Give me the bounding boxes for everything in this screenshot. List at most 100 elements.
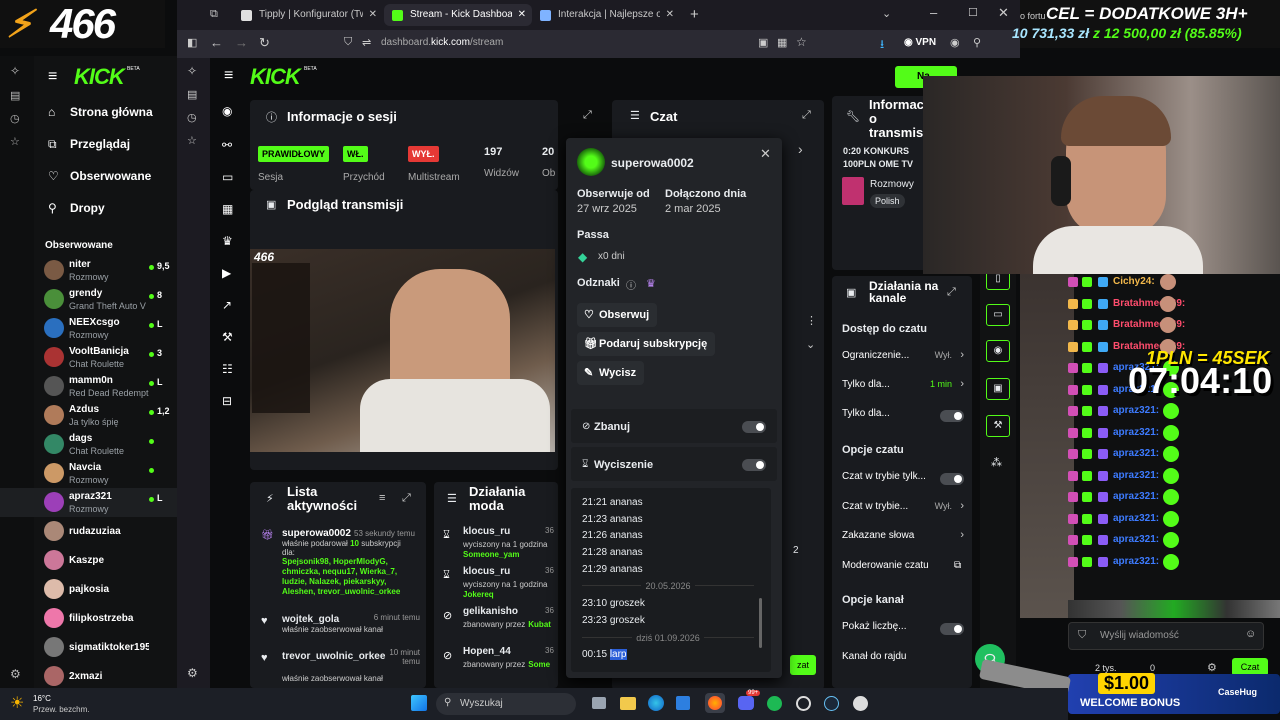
user-card-username[interactable]: superowa0002 (611, 156, 694, 170)
weather-icon[interactable]: ☀ (10, 693, 24, 713)
info-circle-icon[interactable]: ⓘ (626, 277, 636, 292)
new-tab-icon[interactable]: + (690, 6, 699, 23)
rail-star-icon[interactable]: ☆ (187, 134, 197, 147)
screenshot-icon[interactable]: ▣ (758, 36, 768, 49)
chat-username[interactable]: apraz321: (1113, 470, 1159, 481)
channel-setting-row[interactable]: Zakazane słowa › (842, 529, 966, 546)
extensions-icon[interactable]: ⚲ (973, 36, 981, 49)
followed-channel[interactable]: mamm0n Red Dead Redemptio... L (0, 372, 177, 401)
mute-button[interactable]: ✎ Wycisz (577, 361, 645, 385)
channel-expand-icon[interactable]: ⤢ (947, 286, 956, 299)
setting-toggle[interactable] (940, 473, 964, 485)
sidebar-item-browse[interactable]: ⧉ Przeglądaj (34, 128, 177, 160)
mod-action-user[interactable]: gelikanisho (463, 606, 535, 617)
menu-icon[interactable]: ≡ (48, 68, 57, 86)
setting-toggle[interactable] (940, 623, 964, 635)
follow-button[interactable]: ♡ Obserwuj (577, 303, 658, 327)
followed-channel[interactable]: NEEXcsgo Rozmowy L (0, 314, 177, 343)
followed-channel[interactable]: niter Rozmowy 9,5 (0, 256, 177, 285)
chat-expand-icon[interactable]: ⤢ (802, 109, 811, 122)
browser-tab[interactable]: Stream - Kick Dashboard ✕ (384, 4, 532, 26)
chat-username[interactable]: apraz321: (1113, 491, 1159, 502)
ban-toggle[interactable] (742, 421, 766, 433)
rail-settings-icon[interactable]: ⚙ (187, 666, 198, 680)
chat-next-icon[interactable]: › (798, 141, 803, 157)
chat-collapse-icon[interactable]: ⌄ (806, 338, 815, 351)
kick-logo[interactable]: KICK (74, 64, 125, 90)
start-icon[interactable] (411, 695, 427, 711)
store-icon[interactable] (676, 696, 690, 710)
followed-channel[interactable]: VooltBanicja Chat Roulette 3 (0, 343, 177, 372)
user-card-close-icon[interactable]: ✕ (760, 146, 771, 162)
followed-channel[interactable]: sigmatiktoker1959 (0, 633, 177, 662)
message-icon[interactable]: ▭ (986, 304, 1010, 326)
dash-kick-logo[interactable]: KICK (250, 64, 301, 90)
sidebar-item-drops[interactable]: ⚲ Dropy (34, 192, 177, 224)
channel-setting-row[interactable]: Kanał do rajdu (842, 651, 966, 667)
stream-preview-video[interactable] (250, 249, 555, 452)
steam-icon[interactable] (824, 696, 839, 711)
chat-more-icon[interactable]: ⋮ (806, 314, 817, 327)
tool-icon[interactable]: ⚒ (986, 415, 1010, 437)
chat-username[interactable]: apraz321: (1113, 556, 1159, 567)
inbox-nav-icon[interactable]: ⊟ (222, 394, 232, 408)
followed-channel[interactable]: Azdus Ja tylko śpię 1,2 (0, 401, 177, 430)
tab-close-icon[interactable]: ✕ (666, 4, 674, 26)
sidebar-icon[interactable]: ◧ (187, 36, 197, 49)
ai-sparkle-icon[interactable]: ✧ (187, 64, 197, 78)
followed-channel[interactable]: apraz321 Rozmowy L (0, 488, 177, 517)
channel-setting-row[interactable]: Tylko dla... (842, 408, 966, 424)
activity-item-gift[interactable]: superowa0002 53 sekundy temu właśnie pod… (282, 527, 422, 597)
save-icon[interactable]: ▣ (986, 378, 1010, 400)
channel-setting-row[interactable]: Tylko dla... 1 min › (842, 378, 966, 395)
bookmark-star-icon[interactable]: ☆ (796, 35, 807, 49)
download-icon[interactable]: ⭳ (880, 35, 884, 56)
browser-tab[interactable]: Interakcja | Najlepsze oprogram ✕ (532, 4, 680, 26)
channel-setting-row[interactable]: Czat w trybie tylk... (842, 471, 966, 487)
channel-setting-row[interactable]: Ograniczenie... Wył. › (842, 349, 966, 366)
followed-channel[interactable]: pajkosia (0, 575, 177, 604)
xbox-icon[interactable] (796, 696, 811, 711)
followed-channel[interactable]: filipkostrzeba (0, 604, 177, 633)
stream-nav-icon[interactable]: ◉ (222, 104, 232, 118)
edge-icon[interactable] (648, 695, 664, 711)
rail-history-icon[interactable]: ◷ (187, 111, 197, 124)
mod-action-user[interactable]: Hopen_44 (463, 646, 535, 657)
followed-channel[interactable]: rudazuziaa (0, 517, 177, 546)
record-icon[interactable]: ◉ (986, 340, 1010, 362)
activity-filter-icon[interactable]: ≡ (379, 492, 385, 504)
reader-icon[interactable]: ▦ (777, 36, 787, 49)
minimize-icon[interactable]: – (930, 5, 937, 20)
reload-icon[interactable]: ↻ (259, 35, 270, 51)
vpn-button[interactable]: ◉ VPN (904, 37, 936, 48)
chat-username[interactable]: apraz321: (1113, 513, 1159, 524)
weather-temp[interactable]: 16°C (33, 694, 51, 703)
dash-menu-icon[interactable]: ≡ (224, 67, 233, 85)
tab-close-icon[interactable]: ✕ (518, 4, 526, 26)
site-info-icon[interactable]: ⇌ (362, 36, 371, 49)
session-expand-icon[interactable]: ⤢ (583, 109, 592, 122)
tab-list-icon[interactable]: ⧉ (210, 8, 218, 21)
followed-channel[interactable]: Kaszpe (0, 546, 177, 575)
taskbar-search[interactable] (436, 693, 576, 715)
link-nav-icon[interactable]: ⚯ (222, 138, 232, 152)
timeout-toggle[interactable] (742, 459, 766, 471)
gift-sub-button[interactable]: 🎁︎ Podaruj subskrypcję (577, 332, 716, 356)
followed-channel[interactable]: Navcia Rozmowy (0, 459, 177, 488)
channel-setting-row[interactable]: Moderowanie czatu... ⧉ (842, 560, 966, 576)
window-close-icon[interactable]: ✕ (998, 5, 1009, 21)
group-icon[interactable]: ⁂ (991, 456, 1002, 469)
chat-username[interactable]: Cichy24: (1113, 276, 1155, 287)
trophy-nav-icon[interactable]: ♛ (222, 234, 233, 248)
channel-setting-row[interactable]: Czat w trybie... Wył. › (842, 500, 966, 517)
tools-nav-icon[interactable]: ⚒ (222, 330, 233, 344)
followed-channel[interactable]: grendy Grand Theft Auto V ... 8 (0, 285, 177, 314)
chat-username[interactable]: apraz321: (1113, 534, 1159, 545)
chat-send-button[interactable]: zat (790, 655, 816, 675)
maximize-icon[interactable]: ☐ (968, 6, 978, 19)
activity-item-follow-2[interactable]: trevor_uwolnic_orkee 10 minut temu właśni… (282, 648, 422, 683)
mod-action-user[interactable]: klocus_ru (463, 526, 535, 537)
weather-desc[interactable]: Przew. bezchm. (33, 705, 89, 714)
users-nav-icon[interactable]: ☷ (222, 362, 233, 376)
spotify-icon[interactable] (767, 696, 782, 711)
